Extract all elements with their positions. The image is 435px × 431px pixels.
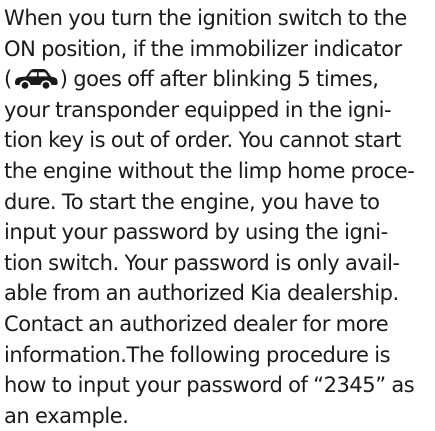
- text-line-11: Contact an authorized dealer for more: [4, 311, 389, 336]
- text-line-6: the engine without the limp home proce-: [4, 158, 415, 183]
- limp-home-paragraph: When you turn the ignition switch to the…: [4, 3, 434, 431]
- text-line-8: input your password by using the igni-: [4, 220, 388, 245]
- text-line-14: an example.: [4, 403, 129, 428]
- text-line-3-rest: ) goes off after blinking 5 times,: [59, 67, 379, 92]
- text-line-12: information.The following procedure is: [4, 342, 391, 367]
- text-line-9: tion switch. Your password is only avail…: [4, 250, 400, 275]
- text-line-7: dure. To start the engine, you have to: [4, 189, 380, 214]
- text-line-10: able from an authorized Kia dealership.: [4, 281, 399, 306]
- text-line-2: ON position, if the immobilizer indicato…: [4, 36, 402, 61]
- text-line-1: When you turn the ignition switch to the: [4, 6, 407, 30]
- text-line-3: ( ) goes off after blinking 5 times,: [4, 64, 434, 95]
- immobilizer-car-icon: [13, 67, 59, 89]
- text-line-13: how to input your password of “2345” as: [4, 373, 415, 398]
- manual-page: When you turn the ignition switch to the…: [0, 0, 435, 428]
- open-paren: (: [4, 67, 12, 92]
- text-line-5: tion key is out of order. You cannot sta…: [4, 128, 401, 153]
- text-line-4: your transponder equipped in the igni-: [4, 97, 392, 122]
